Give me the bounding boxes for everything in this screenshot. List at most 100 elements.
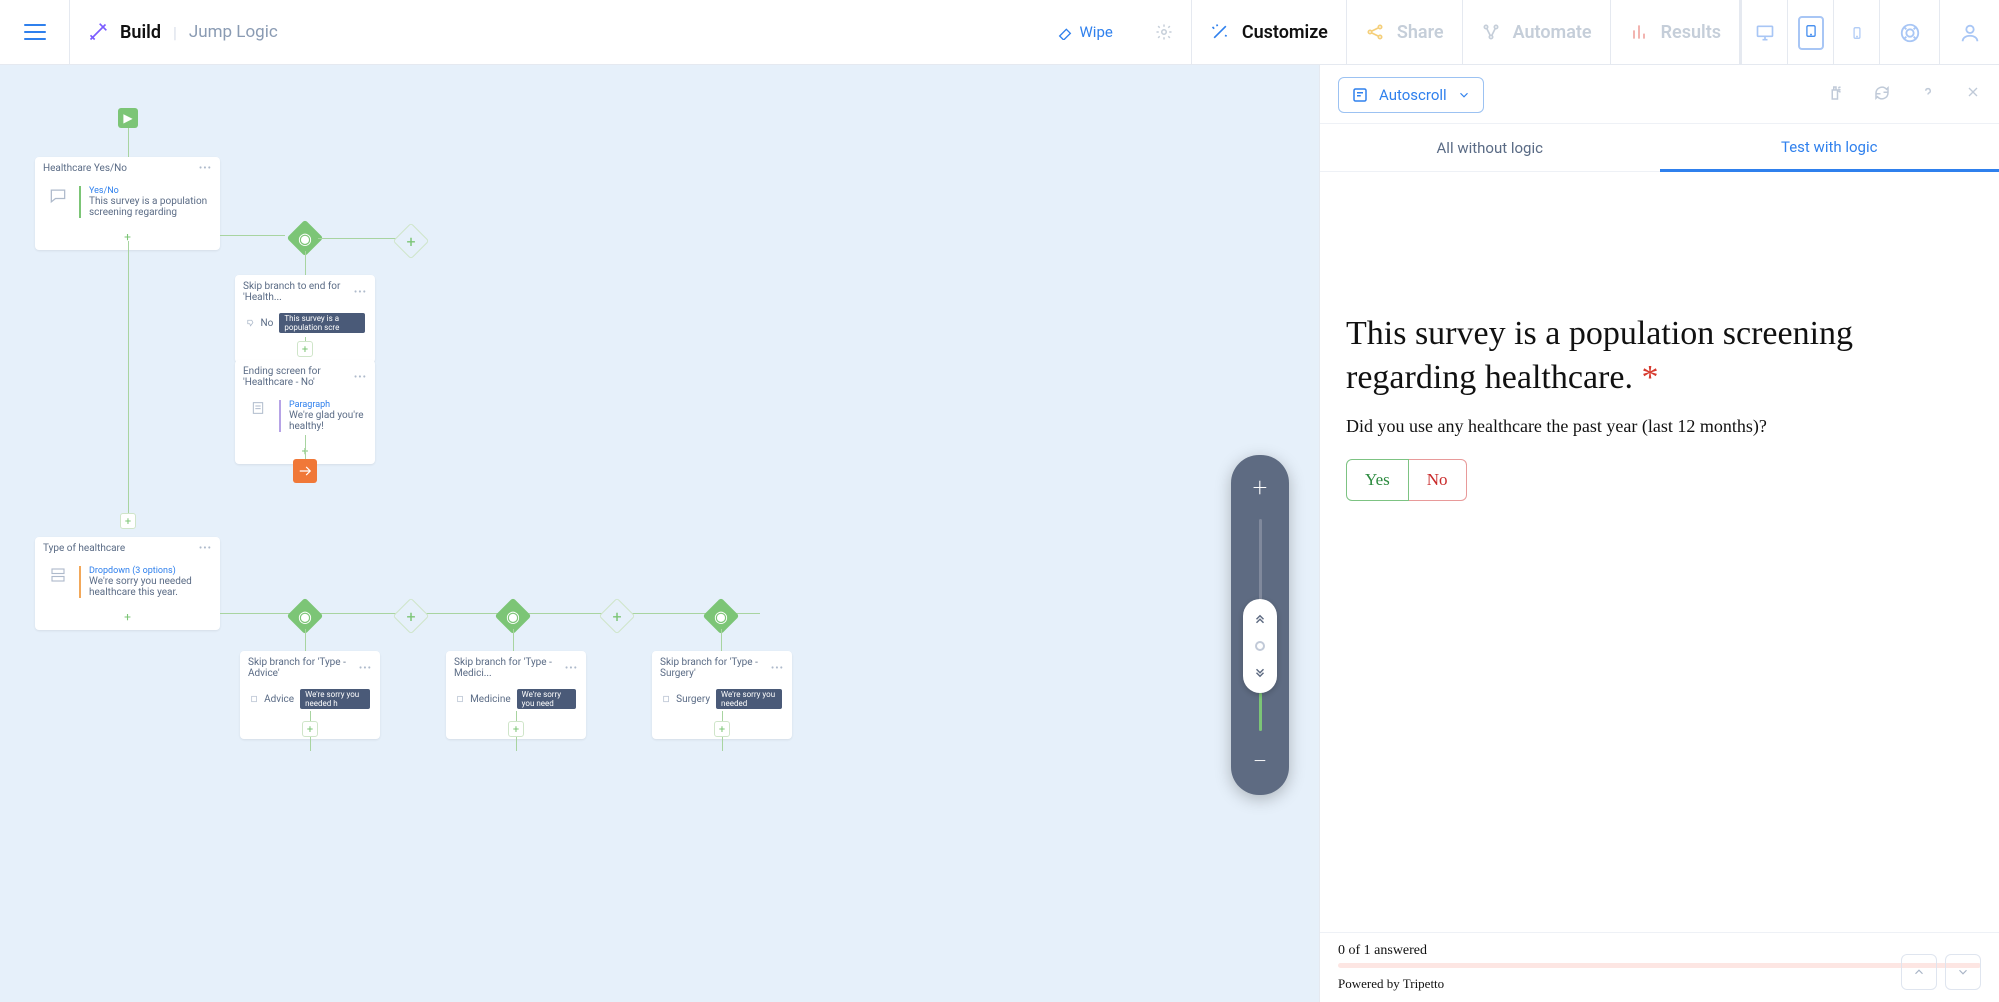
connector: [128, 241, 129, 521]
add-connector[interactable]: +: [120, 513, 136, 529]
tab-share[interactable]: Share: [1397, 22, 1444, 43]
node-text: We're glad you're healthy!: [289, 410, 365, 432]
powered-by: Powered by Tripetto: [1338, 976, 1981, 992]
rule-label: Surgery: [676, 694, 710, 705]
question-subtitle: Did you use any healthcare the past year…: [1346, 416, 1973, 437]
node-menu-icon[interactable]: •••: [354, 372, 367, 383]
connector: [128, 128, 129, 158]
rule-badge: This survey is a population scre: [279, 313, 365, 333]
tab-build[interactable]: Build: [120, 22, 161, 43]
start-node[interactable]: ▶: [118, 108, 138, 128]
required-asterisk: *: [1641, 359, 1658, 396]
gear-icon[interactable]: [1155, 23, 1173, 41]
add-connector[interactable]: +: [297, 341, 313, 357]
branch-add-diamond[interactable]: +: [599, 598, 636, 635]
tab-customize[interactable]: Customize: [1242, 22, 1328, 43]
form-icon: [1351, 86, 1369, 104]
branch-add-diamond[interactable]: +: [393, 598, 430, 635]
lifebuoy-icon: [1899, 22, 1921, 44]
add-connector[interactable]: +: [302, 721, 318, 737]
node-title: Type of healthcare: [43, 543, 125, 554]
spray-icon[interactable]: [1827, 84, 1845, 106]
chevron-down-icon: [1251, 664, 1269, 678]
zoom-out[interactable]: −: [1253, 747, 1268, 777]
help-button[interactable]: [1879, 0, 1939, 65]
chat-icon: [45, 186, 71, 218]
node-text: We're sorry you needed healthcare this y…: [89, 576, 210, 598]
zoom-handle[interactable]: [1243, 599, 1277, 693]
rule-label: Medicine: [470, 694, 511, 705]
connector: [721, 629, 722, 651]
connector: [305, 629, 306, 651]
connector: [305, 251, 306, 275]
add-below[interactable]: +: [35, 608, 220, 630]
refresh-icon[interactable]: [1873, 84, 1891, 106]
node-type: Dropdown (3 options): [89, 566, 210, 576]
node-title: Healthcare Yes/No: [43, 163, 127, 174]
node-type-healthcare[interactable]: Type of healthcare ••• Dropdown (3 option…: [35, 537, 220, 630]
node-title: Ending screen for 'Healthcare - No': [243, 366, 354, 388]
connector: [220, 235, 285, 236]
node-healthcare-yesno[interactable]: Healthcare Yes/No ••• Yes/No This survey …: [35, 157, 220, 250]
chevron-down-icon: [1956, 965, 1970, 979]
node-menu-icon[interactable]: •••: [354, 287, 367, 298]
help-icon[interactable]: [1919, 84, 1937, 106]
top-toolbar: Build | Jump Logic Wipe Customize Share …: [0, 0, 1999, 65]
rule-label: No: [260, 318, 273, 329]
question-title: This survey is a population screening re…: [1346, 312, 1973, 400]
close-icon[interactable]: [1965, 84, 1981, 106]
build-icon: [88, 22, 108, 42]
flow-canvas[interactable]: ▶ Healthcare Yes/No ••• Yes/No This surve…: [0, 65, 1319, 1002]
user-icon: [1959, 22, 1981, 44]
add-connector[interactable]: +: [714, 721, 730, 737]
hamburger-icon: [24, 24, 46, 40]
device-desktop[interactable]: [1741, 0, 1787, 65]
node-menu-icon[interactable]: •••: [771, 663, 784, 674]
answer-yes[interactable]: Yes: [1346, 459, 1409, 501]
thumbs-down-icon: [245, 316, 254, 330]
zoom-control[interactable]: + −: [1231, 455, 1289, 795]
device-mobile[interactable]: [1833, 0, 1879, 65]
node-menu-icon[interactable]: •••: [199, 543, 212, 554]
chevron-up-icon: [1912, 965, 1926, 979]
node-menu-icon[interactable]: •••: [359, 663, 372, 674]
tab-results[interactable]: Results: [1661, 22, 1721, 43]
node-title: Skip branch for 'Type - Advice': [248, 657, 359, 679]
next-button[interactable]: [1945, 954, 1981, 990]
page-icon: [245, 400, 271, 432]
wipe-link[interactable]: Wipe: [1057, 23, 1112, 41]
tab-all-without-logic[interactable]: All without logic: [1320, 124, 1660, 172]
add-connector[interactable]: +: [508, 721, 524, 737]
progress-text: 0 of 1 answered: [1338, 943, 1981, 959]
answer-no[interactable]: No: [1409, 459, 1467, 501]
node-menu-icon[interactable]: •••: [199, 163, 212, 174]
tab-automate[interactable]: Automate: [1513, 22, 1592, 43]
zoom-center-dot: [1255, 641, 1265, 651]
rule-label: Advice: [264, 694, 294, 705]
connector: [318, 238, 398, 239]
branch-add-diamond[interactable]: +: [393, 223, 430, 260]
chevron-up-icon: [1251, 614, 1269, 628]
progress-bar: [1338, 963, 1981, 968]
automate-icon: [1481, 22, 1501, 42]
dropdown-icon: [45, 566, 71, 598]
eraser-icon: [1057, 24, 1073, 40]
device-tablet[interactable]: [1787, 0, 1833, 65]
end-node[interactable]: [293, 459, 317, 483]
rule-badge: We're sorry you need: [517, 689, 576, 709]
menu-button[interactable]: [0, 0, 70, 64]
rule-badge: We're sorry you needed h: [300, 689, 370, 709]
prev-button[interactable]: [1901, 954, 1937, 990]
node-menu-icon[interactable]: •••: [565, 663, 578, 674]
node-text: This survey is a population screening re…: [89, 196, 210, 218]
jump-logic-label[interactable]: Jump Logic: [189, 22, 278, 42]
doc-icon: [456, 693, 464, 705]
zoom-in[interactable]: +: [1253, 473, 1268, 503]
share-icon: [1365, 22, 1385, 42]
user-button[interactable]: [1939, 0, 1999, 65]
connector: [305, 435, 306, 459]
tab-test-with-logic[interactable]: Test with logic: [1660, 124, 1999, 172]
autoscroll-select[interactable]: Autoscroll: [1338, 77, 1484, 113]
node-type: Yes/No: [89, 186, 210, 196]
node-title: Skip branch for 'Type - Medici...: [454, 657, 565, 679]
